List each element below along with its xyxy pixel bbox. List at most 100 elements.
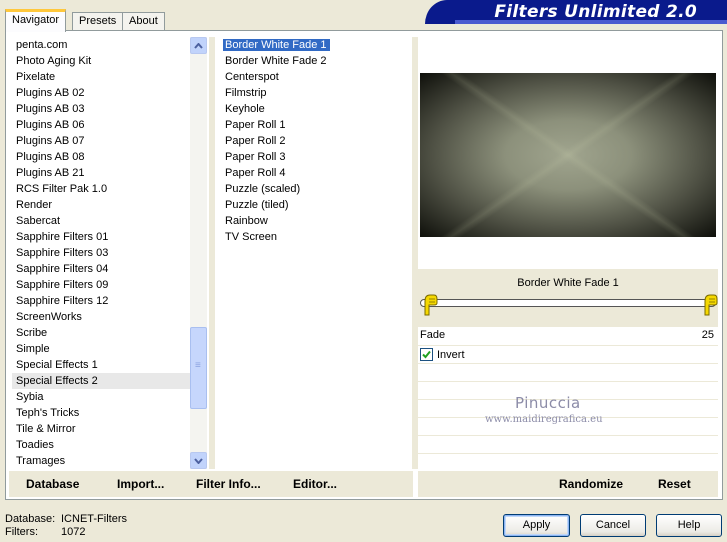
apply-button[interactable]: Apply <box>503 514 570 537</box>
category-item[interactable]: Special Effects 2 <box>12 373 190 389</box>
title-banner: Filters Unlimited 2.0 <box>425 0 727 24</box>
category-scrollbar[interactable] <box>190 37 207 469</box>
category-item[interactable]: Plugins AB 02 <box>12 85 190 101</box>
tab-presets[interactable]: Presets <box>72 12 124 31</box>
category-item[interactable]: Sapphire Filters 03 <box>12 245 190 261</box>
category-item[interactable]: Toadies <box>12 437 190 453</box>
reset-button[interactable]: Reset <box>658 477 691 491</box>
filter-item[interactable]: Puzzle (scaled) <box>222 181 412 197</box>
hand-pointer-icon[interactable] <box>420 291 438 317</box>
filter-item[interactable]: Puzzle (tiled) <box>222 197 412 213</box>
empty-param-row <box>418 453 718 471</box>
category-item[interactable]: Pixelate <box>12 69 190 85</box>
filter-item-label: Border White Fade 1 <box>223 39 330 51</box>
filters-value: 1072 <box>61 526 86 538</box>
category-item[interactable]: ScreenWorks <box>12 309 190 325</box>
filter-item-label: Keyhole <box>225 103 265 115</box>
filter-item[interactable]: Paper Roll 1 <box>222 117 412 133</box>
help-button[interactable]: Help <box>656 514 722 537</box>
filter-item-label: TV Screen <box>225 231 277 243</box>
category-item[interactable]: Teph's Tricks <box>12 405 190 421</box>
fade-slider[interactable] <box>418 294 718 327</box>
filter-item[interactable]: Keyhole <box>222 101 412 117</box>
category-item[interactable]: Sapphire Filters 09 <box>12 277 190 293</box>
category-item[interactable]: Scribe <box>12 325 190 341</box>
import-button[interactable]: Import... <box>117 477 164 491</box>
filter-item[interactable]: Paper Roll 3 <box>222 149 412 165</box>
category-item[interactable]: penta.com <box>12 37 190 53</box>
preview-area <box>418 37 718 263</box>
category-item[interactable]: Sapphire Filters 12 <box>12 293 190 309</box>
empty-param-row <box>418 435 718 453</box>
invert-label: Invert <box>437 348 465 361</box>
filter-item[interactable]: Border White Fade 2 <box>222 53 412 69</box>
filter-item[interactable]: Centerspot <box>222 69 412 85</box>
editor-button[interactable]: Editor... <box>293 477 337 491</box>
preview-image <box>420 73 716 237</box>
filter-item[interactable]: Paper Roll 2 <box>222 133 412 149</box>
fade-value: 25 <box>701 329 714 341</box>
category-item[interactable]: Tile & Mirror <box>12 421 190 437</box>
category-item[interactable]: Sybia <box>12 389 190 405</box>
filter-item-label: Paper Roll 3 <box>225 151 286 163</box>
filter-list[interactable]: Border White Fade 1 Border White Fade 2 Ce… <box>222 37 412 245</box>
filter-item[interactable]: Border White Fade 1 <box>222 37 412 53</box>
tab-about[interactable]: About <box>122 12 165 31</box>
fade-label: Fade <box>420 329 446 341</box>
filter-item-label: Rainbow <box>225 215 268 227</box>
main-panel: penta.com Photo Aging Kit Pixelate Plugins … <box>5 30 723 500</box>
category-item[interactable]: Photo Aging Kit <box>12 53 190 69</box>
filter-item-label: Paper Roll 2 <box>225 135 286 147</box>
category-item[interactable]: Sapphire Filters 01 <box>12 229 190 245</box>
category-item[interactable]: Plugins AB 08 <box>12 149 190 165</box>
filter-item-label: Paper Roll 1 <box>225 119 286 131</box>
filter-info-button[interactable]: Filter Info... <box>196 477 261 491</box>
chevron-up-icon <box>194 42 203 49</box>
category-item[interactable]: Sapphire Filters 04 <box>12 261 190 277</box>
tab-navigator[interactable]: Navigator <box>5 9 67 32</box>
scroll-up-button[interactable] <box>190 37 207 54</box>
filters-label: Filters: <box>5 526 38 538</box>
app-title: Filters Unlimited 2.0 <box>494 2 697 22</box>
filter-item-label: Puzzle (scaled) <box>225 183 301 195</box>
filter-item[interactable]: Filmstrip <box>222 85 412 101</box>
category-item[interactable]: Simple <box>12 341 190 357</box>
category-list[interactable]: penta.com Photo Aging Kit Pixelate Plugins … <box>12 37 190 469</box>
watermark-name: Pinuccia <box>515 394 581 412</box>
category-item[interactable]: Special Effects 1 <box>12 357 190 373</box>
filter-item-label: Filmstrip <box>225 87 267 99</box>
fade-row: Fade 25 <box>418 327 718 345</box>
invert-checkbox[interactable] <box>420 348 433 361</box>
randomize-button[interactable]: Randomize <box>559 477 623 491</box>
cancel-button[interactable]: Cancel <box>580 514 646 537</box>
hand-pointer-icon[interactable] <box>700 291 718 317</box>
database-button[interactable]: Database <box>26 477 79 491</box>
list-divider <box>209 37 215 469</box>
invert-option[interactable]: Invert <box>418 345 718 363</box>
scroll-down-button[interactable] <box>190 452 207 469</box>
database-info: Database: ICNET-Filters Filters: 1072 <box>5 513 127 539</box>
left-button-bar: Database Import... Filter Info... Editor… <box>9 471 413 497</box>
category-item[interactable]: Plugins AB 03 <box>12 101 190 117</box>
filter-item-label: Border White Fade 2 <box>225 55 327 67</box>
filter-item-label: Puzzle (tiled) <box>225 199 289 211</box>
filter-item[interactable]: TV Screen <box>222 229 412 245</box>
category-item[interactable]: Render <box>12 197 190 213</box>
category-item[interactable]: Sabercat <box>12 213 190 229</box>
scroll-thumb[interactable] <box>190 327 207 409</box>
filter-name-label: Border White Fade 1 <box>418 269 718 297</box>
category-item[interactable]: Tramages <box>12 453 190 469</box>
database-value: ICNET-Filters <box>61 513 127 525</box>
category-item[interactable]: Plugins AB 21 <box>12 165 190 181</box>
category-item[interactable]: Plugins AB 06 <box>12 117 190 133</box>
category-item[interactable]: RCS Filter Pak 1.0 <box>12 181 190 197</box>
filter-item-label: Centerspot <box>225 71 279 83</box>
chevron-down-icon <box>194 457 203 464</box>
tab-strip: Navigator Presets About <box>0 0 420 32</box>
filter-item-label: Paper Roll 4 <box>225 167 286 179</box>
watermark-url: www.maidiregrafica.eu <box>485 414 603 425</box>
slider-track[interactable] <box>420 299 716 307</box>
filter-item[interactable]: Rainbow <box>222 213 412 229</box>
filter-item[interactable]: Paper Roll 4 <box>222 165 412 181</box>
category-item[interactable]: Plugins AB 07 <box>12 133 190 149</box>
